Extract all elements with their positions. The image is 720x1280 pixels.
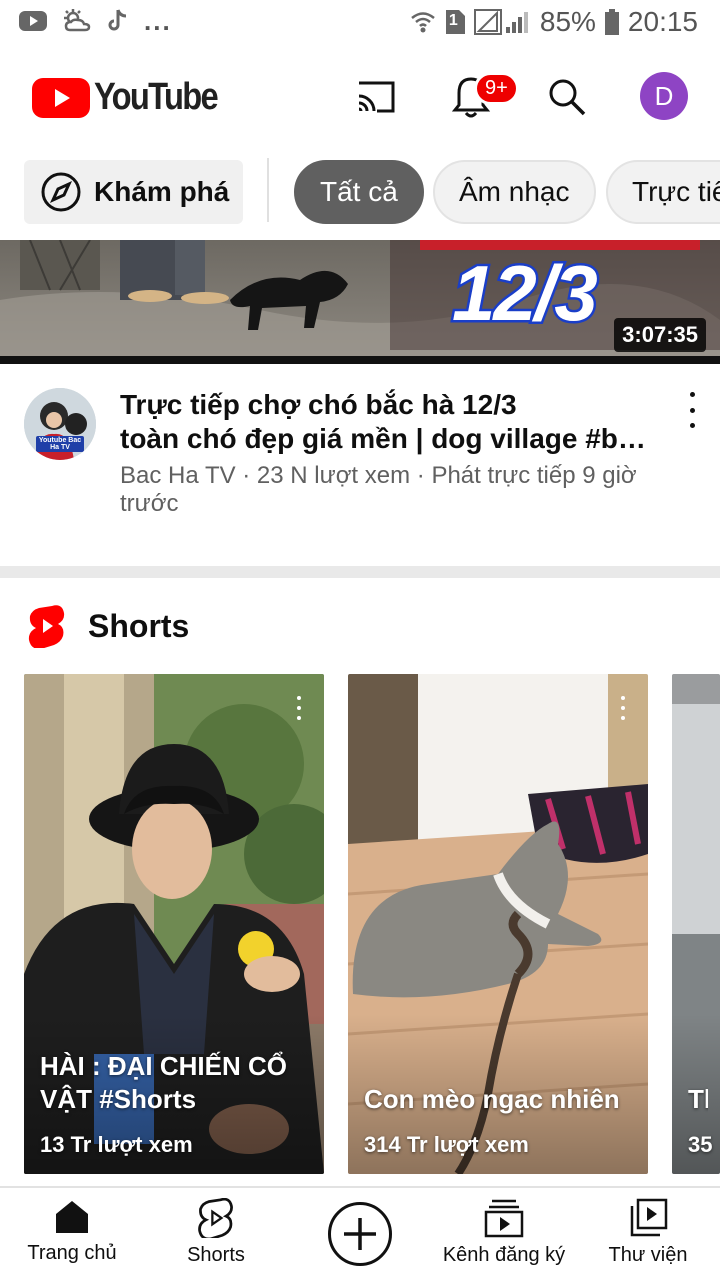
nav-subscriptions[interactable]: Kênh đăng ký: [432, 1198, 576, 1267]
shorts-icon: [198, 1198, 233, 1238]
chip-all[interactable]: Tất cả: [294, 160, 424, 224]
explore-button[interactable]: Khám phá: [24, 160, 243, 224]
short-card[interactable]: HÀI : ĐẠI CHIẾN CỔ VẬT #Shorts 13 Tr lượ…: [24, 674, 324, 1174]
create-button[interactable]: [328, 1202, 392, 1266]
sim-slot-icon: 1: [444, 9, 466, 35]
nav-library-label: Thư viện: [608, 1244, 688, 1266]
short-title: HÀI : ĐẠI CHIẾN CỔ VẬT #Shorts: [40, 1051, 287, 1114]
status-indicators: 1 85% 20:15: [410, 6, 698, 38]
short-views: 35: [688, 1132, 713, 1157]
signal-icon: [473, 9, 532, 35]
bottom-navigation: Trang chủ Shorts Kênh đăng ký Thư viện: [0, 1186, 720, 1280]
video-details[interactable]: Youtube Bac Ha TV Trực tiếp chợ chó bắc …: [0, 366, 720, 566]
video-title-line1: Trực tiếp chợ chó bắc hà 12/3: [120, 389, 517, 420]
battery-icon: [604, 8, 620, 36]
cast-button[interactable]: [348, 70, 402, 124]
nav-home[interactable]: Trang chủ: [0, 1198, 144, 1265]
thumbnail-bottom-bar: [0, 356, 720, 364]
home-icon: [56, 1201, 88, 1233]
short-more-button[interactable]: [294, 696, 304, 720]
video-title[interactable]: Trực tiếp chợ chó bắc hà 12/3 toàn chó đ…: [120, 388, 660, 456]
youtube-play-icon: [32, 77, 90, 118]
status-notifications: ...: [18, 8, 172, 34]
cast-icon: [358, 81, 395, 113]
subscriptions-icon: [484, 1199, 524, 1238]
short-card[interactable]: Con mèo ngạc nhiên 314 Tr lượt xem: [348, 674, 648, 1174]
library-icon: [630, 1198, 668, 1237]
shorts-logo-icon: [28, 605, 65, 648]
more-notifications: ...: [144, 6, 172, 36]
wifi-icon: [410, 9, 436, 35]
search-icon: [549, 79, 586, 116]
nav-shorts[interactable]: Shorts: [144, 1198, 288, 1267]
create-icon: [344, 1218, 376, 1250]
more-vert-icon: [297, 696, 301, 700]
clock: 20:15: [627, 6, 698, 37]
video-more-button[interactable]: [680, 392, 704, 428]
sim-slot-number: 1: [448, 12, 458, 29]
youtube-wordmark: YouTube: [94, 76, 219, 118]
battery-percent: 85%: [539, 6, 596, 37]
chip-divider: [267, 158, 269, 222]
more-vert-icon: [689, 392, 695, 397]
more-vert-icon: [621, 696, 625, 700]
youtube-notification-icon: [18, 9, 48, 33]
account-avatar[interactable]: D: [640, 72, 688, 120]
section-divider: [0, 566, 720, 578]
short-views: 13 Tr lượt xem: [40, 1132, 193, 1157]
tiktok-icon: [106, 8, 130, 34]
channel-avatar-label: Youtube Bac Ha TV: [38, 437, 82, 451]
status-bar: ... 1 85% 20:15: [0, 0, 720, 48]
video-thumbnail[interactable]: 12/3: [0, 240, 720, 364]
weather-icon: [62, 8, 92, 34]
thumbnail-image: [0, 240, 720, 364]
youtube-logo[interactable]: YouTube: [32, 76, 237, 119]
filter-chips: Khám phá Tất cả Âm nhạc Trực tiế: [0, 146, 720, 240]
explore-label: Khám phá: [94, 176, 230, 207]
video-duration: 3:07:35: [614, 318, 706, 352]
thumbnail-date-text: 12/3: [450, 247, 601, 340]
video-metadata: Bac Ha TV · 23 N lượt xem · Phát trực ti…: [120, 462, 637, 517]
nav-shorts-label: Shorts: [187, 1244, 245, 1266]
channel-avatar[interactable]: Youtube Bac Ha TV: [24, 388, 96, 460]
short-card[interactable]: Th 35: [672, 674, 720, 1174]
chip-live[interactable]: Trực tiế: [606, 160, 720, 224]
compass-icon: [41, 172, 81, 212]
short-title: Con mèo ngạc nhiên: [364, 1084, 620, 1114]
short-more-button[interactable]: [618, 696, 628, 720]
shorts-heading: Shorts: [88, 607, 190, 644]
nav-subscriptions-label: Kênh đăng ký: [442, 1244, 566, 1266]
short-views: 314 Tr lượt xem: [364, 1132, 529, 1157]
search-button[interactable]: [540, 70, 594, 124]
short-title: Th: [688, 1084, 708, 1114]
notification-badge: 9+: [474, 72, 519, 105]
video-title-line2: toàn chó đẹp giá mền | dog village #bac…: [120, 423, 660, 454]
chip-music[interactable]: Âm nhạc: [433, 160, 596, 224]
nav-library[interactable]: Thư viện: [576, 1198, 720, 1267]
nav-home-label: Trang chủ: [27, 1242, 117, 1264]
shorts-header: Shorts: [28, 604, 189, 648]
